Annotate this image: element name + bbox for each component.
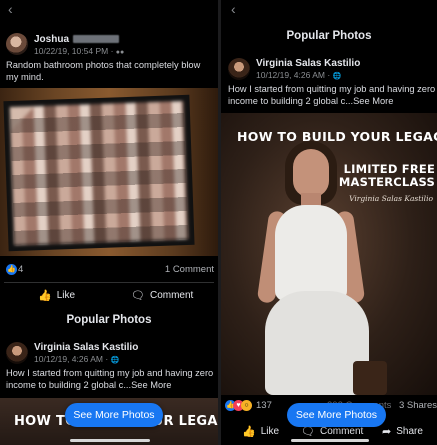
see-more-photos-button[interactable]: See More Photos bbox=[287, 403, 386, 427]
section-title: Popular Photos bbox=[286, 30, 372, 42]
home-indicator bbox=[291, 439, 369, 442]
reactions-count[interactable]: 137 bbox=[256, 400, 272, 411]
post-author[interactable]: Joshua bbox=[34, 34, 120, 45]
post-photo[interactable] bbox=[0, 88, 218, 256]
avatar[interactable] bbox=[228, 58, 250, 80]
comment-label: Comment bbox=[319, 426, 364, 437]
like-button[interactable]: 👍 Like bbox=[38, 289, 75, 302]
related-post-timestamp: 10/12/19, 4:26 AM · 🌐 bbox=[34, 354, 120, 364]
comment-icon: 🗨 bbox=[131, 290, 145, 302]
timestamp-text: 10/22/19, 10:54 PM bbox=[34, 46, 109, 56]
thumbs-up-icon: 👍 bbox=[242, 426, 256, 438]
timestamp-text: 10/12/19, 4:26 AM bbox=[256, 70, 325, 80]
see-more-photos-button[interactable]: See More Photos bbox=[65, 403, 163, 427]
shares-count[interactable]: 3 Shares bbox=[399, 400, 437, 411]
post-body: How I started from quitting my job and h… bbox=[228, 84, 436, 106]
hero-subtitle-line-2: MASTERCLASS bbox=[338, 175, 435, 189]
thumbs-up-icon: 👍 bbox=[38, 290, 52, 302]
share-button[interactable]: ➦ Share bbox=[382, 425, 423, 438]
like-reaction-icon: 👍 bbox=[6, 264, 17, 275]
left-pane: ‹ Joshua 10/22/19, 10:54 PM · ●● Random … bbox=[0, 0, 218, 445]
post-text: How I started from quitting my job and h… bbox=[228, 83, 437, 107]
back-chevron-icon[interactable]: ‹ bbox=[231, 2, 245, 16]
related-post-body: How I started from quitting my job and h… bbox=[6, 368, 214, 390]
wow-reaction-icon: ○ bbox=[241, 400, 252, 411]
related-post-author[interactable]: Virginia Salas Kastilio bbox=[34, 342, 138, 353]
like-label: Like bbox=[56, 290, 76, 301]
see-more-link[interactable]: See More bbox=[131, 380, 171, 390]
see-more-link[interactable]: See More bbox=[353, 96, 393, 106]
share-label: Share bbox=[396, 426, 423, 437]
avatar[interactable] bbox=[6, 33, 28, 55]
post-author-name[interactable]: Joshua bbox=[34, 34, 69, 45]
timestamp-text: 10/12/19, 4:26 AM bbox=[34, 354, 103, 364]
friends-icon: ●● bbox=[115, 49, 125, 56]
globe-icon: 🌐 bbox=[332, 73, 342, 80]
post-text: Random bathroom photos that completely b… bbox=[6, 60, 201, 82]
hero-signature: Virginia Salas Kastilio bbox=[349, 194, 433, 203]
hero-title: HOW TO BUILD YOUR LEGACY bbox=[237, 129, 437, 144]
post-photo[interactable]: HOW TO BUILD YOUR LEGACY LIMITED FREE MA… bbox=[221, 113, 437, 395]
section-title: Popular Photos bbox=[66, 314, 152, 326]
like-label: Like bbox=[260, 426, 280, 437]
back-chevron-icon[interactable]: ‹ bbox=[8, 2, 22, 16]
redacted-surname bbox=[73, 35, 120, 44]
related-post-text: How I started from quitting my job and h… bbox=[6, 367, 216, 391]
hero-subtitle: LIMITED FREE MASTERCLASS bbox=[339, 163, 435, 189]
post-author[interactable]: Virginia Salas Kastilio bbox=[256, 58, 360, 69]
comment-label: Comment bbox=[149, 290, 194, 301]
divider bbox=[4, 282, 214, 283]
right-pane: ‹ Popular Photos Virginia Salas Kastilio… bbox=[221, 0, 437, 445]
avatar[interactable] bbox=[6, 342, 28, 364]
globe-icon: 🌐 bbox=[110, 357, 120, 364]
post-timestamp: 10/12/19, 4:26 AM · 🌐 bbox=[256, 70, 342, 80]
comments-count[interactable]: 1 Comment bbox=[165, 264, 214, 275]
reactions-count[interactable]: 4 bbox=[18, 264, 23, 275]
picture-frame bbox=[3, 94, 195, 252]
home-indicator bbox=[70, 439, 150, 442]
share-icon: ➦ bbox=[382, 426, 392, 438]
comment-button[interactable]: 🗨 Comment bbox=[131, 289, 193, 302]
like-button[interactable]: 👍 Like bbox=[242, 425, 279, 438]
post-timestamp: 10/22/19, 10:54 PM · ●● bbox=[34, 46, 125, 56]
